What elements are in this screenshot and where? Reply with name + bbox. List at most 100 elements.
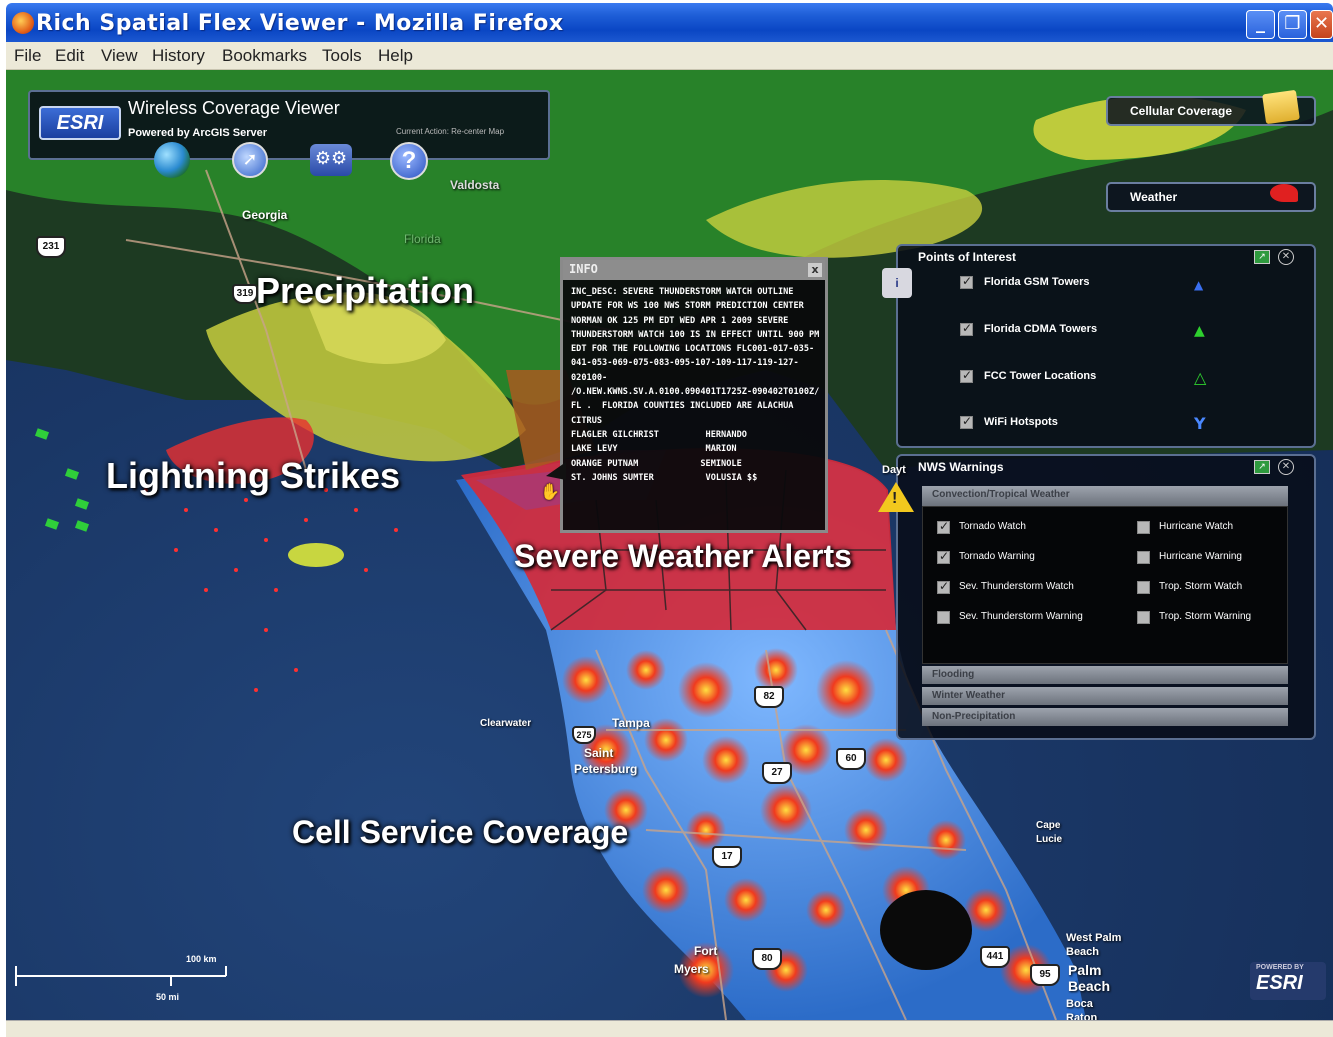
section-flooding[interactable]: Flooding — [922, 666, 1288, 684]
wifi-hotspot-icon: Y — [1194, 414, 1206, 433]
map-view[interactable]: ESRI Wireless Coverage Viewer Powered by… — [6, 70, 1333, 1020]
section-winter-weather[interactable]: Winter Weather — [922, 687, 1288, 705]
menu-tools[interactable]: Tools — [322, 46, 362, 66]
highway-shield: 275 — [572, 726, 596, 744]
map-label-florida: Florida — [404, 232, 441, 246]
title-bar: Rich Spatial Flex Viewer - Mozilla Firef… — [6, 3, 1333, 42]
nws-label: Hurricane Watch — [1159, 521, 1234, 532]
section-convection[interactable]: Convection/Tropical Weather — [922, 486, 1288, 506]
nws-warnings-panel: NWS Warnings ↗ ✕ Convection/Tropical Wea… — [896, 454, 1316, 740]
menu-bar: File Edit View History Bookmarks Tools H… — [6, 42, 1333, 70]
poi-checkbox[interactable] — [960, 368, 973, 383]
scale-bar — [15, 966, 227, 986]
nws-checkbox[interactable] — [937, 519, 950, 534]
window-title: Rich Spatial Flex Viewer - Mozilla Firef… — [36, 11, 564, 36]
gears-icon[interactable]: ⚙⚙ — [310, 144, 352, 176]
map-label-myers: Myers — [674, 962, 709, 976]
poi-checkbox[interactable] — [960, 321, 973, 336]
highway-shield: 319 — [232, 284, 258, 304]
weather-label: Weather — [1130, 190, 1178, 204]
poi-checkbox[interactable] — [960, 414, 973, 429]
nws-checkbox[interactable] — [1137, 581, 1150, 594]
menu-help[interactable]: Help — [378, 46, 413, 66]
lightning-strikes-label: Lightning Strikes — [106, 455, 401, 496]
fcc-tower-icon: △ — [1194, 368, 1207, 387]
app-header-panel: ESRI Wireless Coverage Viewer Powered by… — [28, 90, 550, 160]
warning-icon-glyph: ! — [892, 490, 898, 507]
maximize-button[interactable]: ❐ — [1278, 10, 1307, 39]
nws-checkbox[interactable] — [937, 579, 950, 594]
menu-edit[interactable]: Edit — [55, 46, 84, 66]
section-non-precipitation[interactable]: Non-Precipitation — [922, 708, 1288, 726]
scale-mi-label: 50 mi — [156, 992, 180, 1002]
menu-bookmarks[interactable]: Bookmarks — [222, 46, 307, 66]
nws-label: Sev. Thunderstorm Warning — [959, 611, 1083, 622]
info-popup-body: INC_DESC: SEVERE THUNDERSTORM WATCH OUTL… — [571, 287, 820, 483]
info-popup-title: INFO — [563, 260, 825, 280]
poi-row[interactable]: FCC Tower Locations △ — [898, 368, 1314, 388]
map-label-clearwater: Clearwater — [480, 718, 532, 729]
highway-shield: 441 — [980, 946, 1010, 968]
info-identify-icon[interactable]: i — [882, 268, 912, 298]
menu-file[interactable]: File — [14, 46, 41, 66]
poi-dock-icon[interactable]: ↗ — [1254, 250, 1270, 264]
poi-label: Florida GSM Towers — [984, 276, 1090, 288]
compass-icon[interactable]: ➚ — [232, 142, 268, 178]
map-label-boca: Boca — [1066, 998, 1093, 1010]
highway-shield: 82 — [754, 686, 784, 708]
folder-icon — [1262, 89, 1300, 125]
poi-row[interactable]: Florida GSM Towers ▲ — [898, 274, 1314, 294]
poi-checkbox[interactable] — [960, 274, 973, 289]
highway-shield: 60 — [836, 748, 866, 770]
cellular-coverage-button[interactable]: Cellular Coverage — [1106, 89, 1316, 126]
menu-history[interactable]: History — [152, 46, 205, 66]
map-label-valdosta: Valdosta — [450, 178, 500, 192]
esri-footer-text: ESRI — [1256, 972, 1303, 994]
help-icon[interactable]: ? — [390, 142, 428, 180]
nws-checkbox[interactable] — [937, 549, 950, 564]
info-popup-close-button[interactable]: x — [808, 263, 822, 277]
nws-checkbox[interactable] — [937, 611, 950, 624]
nws-dock-icon[interactable]: ↗ — [1254, 460, 1270, 474]
highway-shield: 231 — [36, 236, 66, 258]
convection-list: Tornado Watch Tornado Warning Sev. Thund… — [922, 506, 1288, 664]
gsm-tower-icon: ▲ — [1194, 278, 1204, 292]
nws-label: Trop. Storm Warning — [1159, 611, 1252, 622]
nws-label: Tornado Watch — [959, 521, 1026, 532]
map-label-cape: Cape — [1036, 820, 1061, 831]
highway-shield: 80 — [752, 948, 782, 970]
app-title: Wireless Coverage Viewer — [128, 98, 340, 118]
nws-close-icon[interactable]: ✕ — [1278, 459, 1294, 475]
severe-weather-label: Severe Weather Alerts — [514, 538, 852, 574]
poi-row[interactable]: Florida CDMA Towers ▲ — [898, 321, 1314, 341]
close-button[interactable]: ✕ — [1310, 10, 1333, 39]
menu-view[interactable]: View — [101, 46, 138, 66]
lightning-dots — [144, 488, 398, 692]
highway-shield: 27 — [762, 762, 792, 784]
minimize-button[interactable]: _ — [1246, 10, 1275, 39]
nws-label: Tornado Warning — [959, 551, 1035, 562]
poi-close-icon[interactable]: ✕ — [1278, 249, 1294, 265]
map-label-palm: Palm — [1068, 962, 1102, 978]
app-subtitle: Powered by ArcGIS Server — [128, 127, 267, 139]
nws-label: Trop. Storm Watch — [1159, 581, 1243, 592]
weather-icon — [1270, 184, 1298, 202]
nws-checkbox[interactable] — [1137, 611, 1150, 624]
globe-icon[interactable] — [154, 142, 190, 178]
nws-label: Sev. Thunderstorm Watch — [959, 581, 1074, 592]
nws-checkbox[interactable] — [1137, 521, 1150, 534]
poi-label: FCC Tower Locations — [984, 370, 1097, 382]
current-action: Current Action: Re-center Map — [396, 127, 505, 136]
poi-row[interactable]: WiFi Hotspots Y — [898, 414, 1314, 434]
weather-button[interactable]: Weather — [1106, 182, 1316, 212]
highway-shield: 17 — [712, 846, 742, 868]
esri-logo: ESRI — [39, 106, 121, 140]
nws-checkbox[interactable] — [1137, 551, 1150, 564]
esri-footer-top: POWERED BY — [1256, 964, 1304, 971]
lake-okeechobee — [880, 890, 972, 970]
map-label-west-palm: West Palm — [1066, 932, 1122, 944]
hand-cursor-icon: ✋ — [540, 482, 560, 501]
cell-service-label: Cell Service Coverage — [292, 814, 629, 850]
map-label-tampa: Tampa — [612, 716, 650, 730]
precipitation-label: Precipitation — [256, 270, 475, 311]
